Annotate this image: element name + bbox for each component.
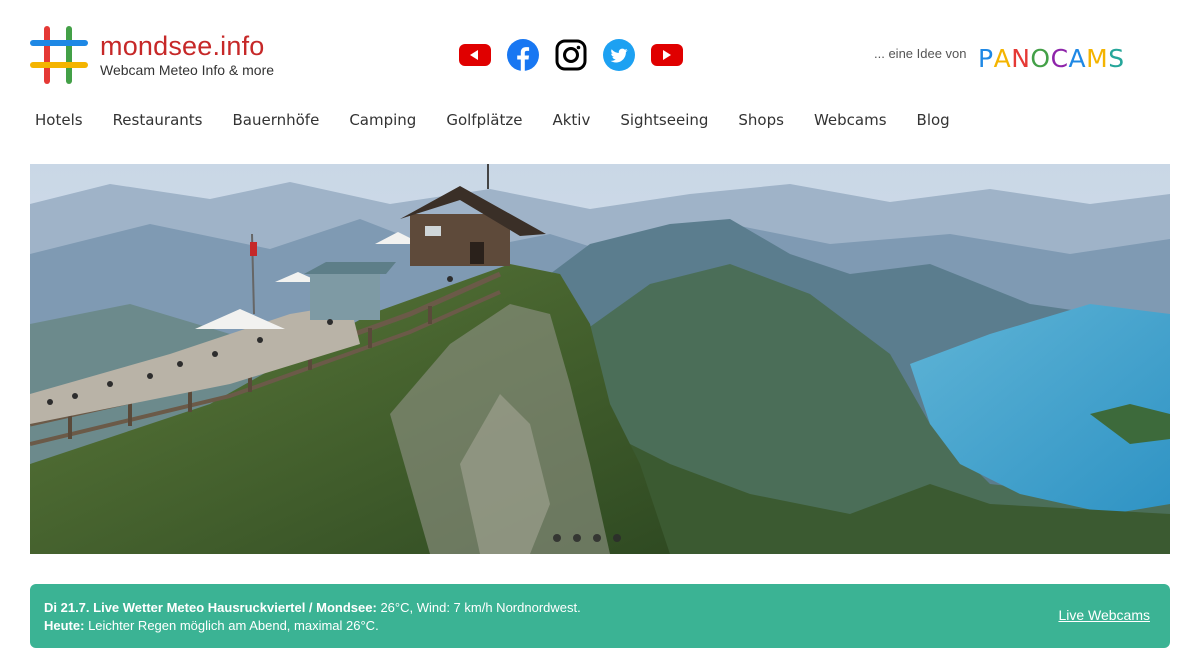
- weather-bar: Di 21.7. Live Wetter Meteo Hausruckviert…: [30, 584, 1170, 648]
- panocams-letter: M: [1086, 44, 1109, 73]
- nav-item-restaurants[interactable]: Restaurants: [113, 110, 203, 130]
- slider-dots: [553, 534, 621, 542]
- panocams-logo[interactable]: PANOCAMS: [978, 44, 1125, 73]
- panocams-letter: S: [1108, 44, 1125, 73]
- weather-today: Heute: Leichter Regen möglich am Abend, …: [44, 617, 581, 635]
- panocams-letter: P: [978, 44, 994, 73]
- nav-item-hotels[interactable]: Hotels: [35, 110, 83, 130]
- panocams-letter: A: [1068, 44, 1087, 73]
- site-title: mondsee.info: [100, 31, 265, 61]
- panocams-letter: A: [993, 44, 1012, 73]
- nav-item-webcams[interactable]: Webcams: [814, 110, 887, 130]
- slider-dot[interactable]: [593, 534, 601, 542]
- slider-dot[interactable]: [613, 534, 621, 542]
- instagram-icon[interactable]: [554, 38, 588, 72]
- site-logo[interactable]: mondsee.info Webcam Meteo Info & more: [30, 26, 274, 84]
- nav-item-blog[interactable]: Blog: [917, 110, 950, 130]
- main-nav: Hotels Restaurants Bauernhöfe Camping Go…: [35, 110, 980, 130]
- social-links: [458, 38, 684, 72]
- nav-item-bauernhoefe[interactable]: Bauernhöfe: [233, 110, 320, 130]
- panocams-letter: O: [1030, 44, 1051, 73]
- weather-today-label: Heute:: [44, 618, 85, 633]
- hero-slider[interactable]: [30, 164, 1170, 554]
- nav-item-shops[interactable]: Shops: [738, 110, 784, 130]
- live-webcams-link[interactable]: Live Webcams: [1058, 607, 1150, 623]
- facebook-icon[interactable]: [506, 38, 540, 72]
- youtube-alt-icon[interactable]: [458, 38, 492, 72]
- nav-item-camping[interactable]: Camping: [349, 110, 416, 130]
- nav-item-sightseeing[interactable]: Sightseeing: [620, 110, 708, 130]
- hashtag-logo-icon: [30, 26, 88, 84]
- weather-today-value: Leichter Regen möglich am Abend, maximal…: [84, 618, 379, 633]
- nav-item-golfplaetze[interactable]: Golfplätze: [446, 110, 522, 130]
- weather-current-value: 26°C, Wind: 7 km/h Nordnordwest.: [376, 600, 581, 615]
- site-subtitle: Webcam Meteo Info & more: [100, 62, 275, 78]
- panocams-letter: C: [1050, 44, 1069, 73]
- panocams-letter: N: [1011, 44, 1031, 73]
- youtube-icon[interactable]: [650, 38, 684, 72]
- hero-image: [30, 164, 1170, 554]
- nav-item-aktiv[interactable]: Aktiv: [552, 110, 590, 130]
- partner-prefix: ... eine Idee von: [874, 46, 967, 61]
- twitter-icon[interactable]: [602, 38, 636, 72]
- slider-dot[interactable]: [573, 534, 581, 542]
- weather-current-label: Di 21.7. Live Wetter Meteo Hausruckviert…: [44, 600, 377, 615]
- weather-current: Di 21.7. Live Wetter Meteo Hausruckviert…: [44, 599, 581, 617]
- slider-dot[interactable]: [553, 534, 561, 542]
